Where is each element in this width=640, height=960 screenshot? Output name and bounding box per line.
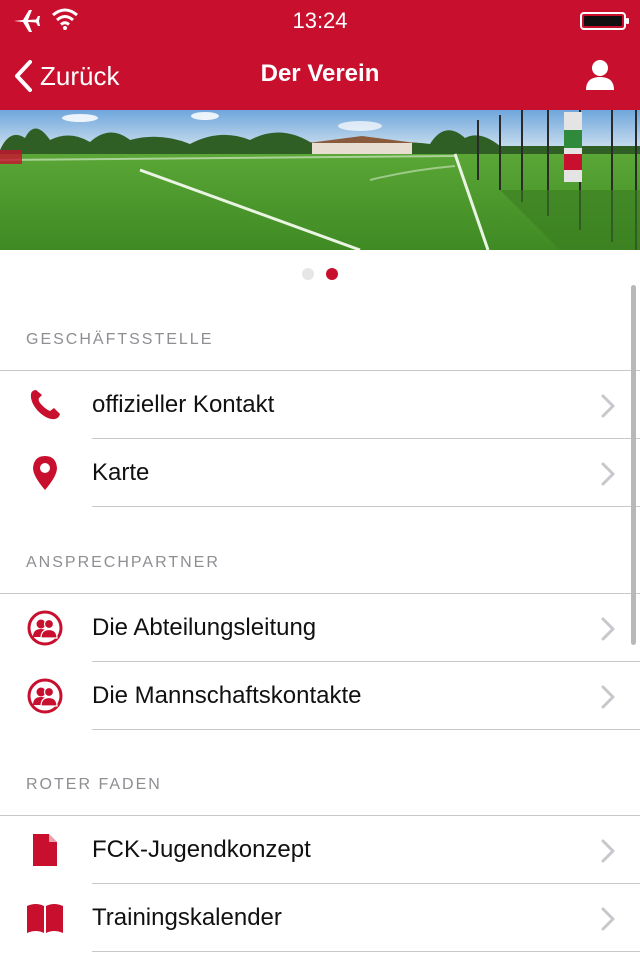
section-header-roter-faden: ROTER FADEN — [26, 776, 162, 793]
map-pin-icon — [26, 455, 64, 491]
user-icon[interactable] — [584, 58, 616, 92]
football-pitch-image — [0, 110, 640, 250]
row-label: Die Abteilungsleitung — [92, 614, 317, 641]
people-icon — [26, 678, 64, 714]
navigation-bar: 13:24 Zurück Der Verein — [0, 0, 640, 110]
section-header-geschaeftsstelle: GESCHÄFTSSTELLE — [26, 331, 214, 348]
row-fck-jugendkonzept[interactable]: FCK-Jugendkonzept — [0, 816, 640, 884]
header-image-pitch[interactable] — [0, 110, 640, 250]
people-icon — [26, 610, 64, 646]
status-time: 13:24 — [292, 8, 348, 33]
battery-icon — [580, 12, 629, 30]
row-abteilungsleitung[interactable]: Die Abteilungsleitung — [0, 594, 640, 662]
page-title: Der Verein — [260, 60, 380, 87]
row-label: Trainingskalender — [92, 904, 282, 931]
section-header-ansprechpartner: ANSPRECHPARTNER — [26, 554, 220, 571]
chevron-right-icon — [601, 907, 615, 931]
row-label: FCK-Jugendkonzept — [92, 836, 311, 863]
separator — [92, 506, 640, 507]
carousel-page-indicator[interactable] — [0, 268, 640, 282]
list-geschaeftsstelle: offizieller Kontakt Karte — [0, 370, 640, 507]
list-roter-faden: FCK-Jugendkonzept Trainingskalender — [0, 815, 640, 952]
chevron-right-icon — [601, 685, 615, 709]
status-bar: 13:24 — [0, 0, 640, 40]
chevron-right-icon — [601, 394, 615, 418]
book-icon — [26, 900, 64, 936]
row-karte[interactable]: Karte — [0, 439, 640, 507]
page-dot-1[interactable] — [302, 268, 314, 280]
chevron-right-icon — [601, 617, 615, 641]
page-dot-2-active[interactable] — [326, 268, 338, 280]
separator — [92, 951, 640, 952]
row-label: Karte — [92, 459, 150, 486]
phone-icon — [26, 387, 64, 423]
document-icon — [26, 832, 64, 868]
scroll-indicator[interactable] — [631, 285, 636, 645]
row-mannschaftskontakte[interactable]: Die Mannschaftskontakte — [0, 662, 640, 730]
separator — [92, 729, 640, 730]
chevron-right-icon — [601, 839, 615, 863]
row-offizieller-kontakt[interactable]: offizieller Kontakt — [0, 371, 640, 439]
row-trainingskalender[interactable]: Trainingskalender — [0, 884, 640, 952]
chevron-right-icon — [601, 462, 615, 486]
list-ansprechpartner: Die Abteilungsleitung Die Mannschaftskon… — [0, 593, 640, 730]
row-label: Die Mannschaftskontakte — [92, 682, 362, 709]
row-label: offizieller Kontakt — [92, 391, 275, 418]
